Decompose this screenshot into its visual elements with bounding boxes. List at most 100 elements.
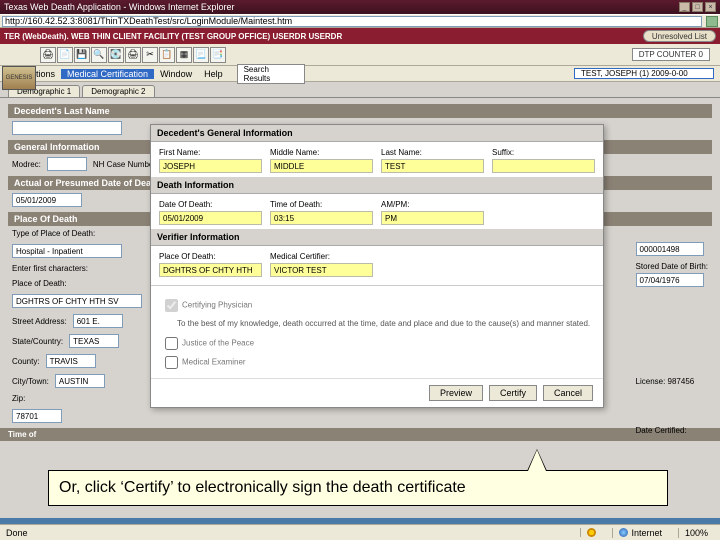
m-tod-field[interactable]: 03:15 <box>270 211 373 225</box>
min-button[interactable]: _ <box>679 2 690 12</box>
zip-label: Zip: <box>12 394 25 403</box>
menu-medical-cert[interactable]: Medical Certification <box>61 69 154 79</box>
new-icon[interactable]: 📄 <box>57 47 73 63</box>
save-icon[interactable]: 💾 <box>74 47 90 63</box>
globe-icon <box>619 528 628 537</box>
window-title: Texas Web Death Application - Windows In… <box>4 2 234 12</box>
zip-field[interactable]: 78701 <box>12 409 62 423</box>
m-dod-label: Date Of Death: <box>159 200 262 209</box>
city-label: City/Town: <box>12 377 49 386</box>
menu-window[interactable]: Window <box>154 69 198 79</box>
certify-button[interactable]: Certify <box>489 385 537 401</box>
actual-date[interactable]: 05/01/2009 <box>12 193 82 207</box>
county-label: County: <box>12 357 40 366</box>
m-ln-label: Last Name: <box>381 148 484 157</box>
printer-icon[interactable]: 🖨 <box>125 47 141 63</box>
close-button[interactable]: × <box>705 2 716 12</box>
cancel-button[interactable]: Cancel <box>543 385 593 401</box>
url-input[interactable] <box>2 16 702 27</box>
tab-demo2[interactable]: Demographic 2 <box>82 85 154 97</box>
time-of-label: Time of <box>8 430 36 439</box>
m-mc-field[interactable]: VICTOR TEST <box>270 263 373 277</box>
unresolved-list-button[interactable]: Unresolved List <box>643 30 716 42</box>
status-zoom[interactable]: 100% <box>678 528 714 538</box>
doc-icon[interactable]: 📃 <box>193 47 209 63</box>
cp-label: Certifying Physician <box>182 301 252 310</box>
street-field[interactable]: 601 E. <box>73 314 123 328</box>
app-header: TER (WebDeath). WEB THIN CLIENT FACILITY… <box>0 28 720 44</box>
stored-dob-label: Stored Date of Birth: <box>636 262 708 271</box>
modal-sec-general: Decedent's General Information <box>151 125 603 142</box>
instruction-callout: Or, click ‘Certify’ to electronically si… <box>48 470 668 506</box>
m-mc-label: Medical Certifier: <box>270 252 373 261</box>
certify-modal: Decedent's General Information First Nam… <box>150 124 604 408</box>
cp-text: To the best of my knowledge, death occur… <box>177 319 593 328</box>
license-label: License: 987456 <box>636 377 708 386</box>
case-selector[interactable]: TEST, JOSEPH (1) 2009-0-00 <box>574 68 714 79</box>
doc2-icon[interactable]: 📑 <box>210 47 226 63</box>
m-fn-field[interactable]: JOSEPH <box>159 159 262 173</box>
paste-icon[interactable]: 📋 <box>159 47 175 63</box>
me-label: Medical Examiner <box>182 358 246 367</box>
app-toolbar: 🖨 📄 💾 🔍 💽 🖨 ✂ 📋 ▦ 📃 📑 DTP COUNTER 0 <box>0 44 720 66</box>
state-field[interactable]: TEXAS <box>69 334 119 348</box>
cp-checkbox <box>165 299 178 312</box>
jp-checkbox[interactable] <box>165 337 178 350</box>
callout-pointer-icon <box>527 449 547 471</box>
stored-dob: 07/04/1976 <box>636 273 704 287</box>
city-field[interactable]: AUSTIN <box>55 374 105 388</box>
jp-label: Justice of the Peace <box>182 339 254 348</box>
print-icon[interactable]: 🖨 <box>40 47 56 63</box>
m-sx-field[interactable] <box>492 159 595 173</box>
max-button[interactable]: □ <box>692 2 703 12</box>
date-cert-label: Date Certified: <box>636 426 708 435</box>
shield-icon <box>587 528 596 537</box>
preview-button[interactable]: Preview <box>429 385 483 401</box>
modrec-field[interactable] <box>47 157 87 171</box>
disk-icon[interactable]: 💽 <box>108 47 124 63</box>
m-sx-label: Suffix: <box>492 148 595 157</box>
street-label: Street Address: <box>12 317 67 326</box>
me-checkbox[interactable] <box>165 356 178 369</box>
m-dod-field[interactable]: 05/01/2009 <box>159 211 262 225</box>
genesis-logo: GENESIS <box>2 66 36 90</box>
modal-sec-verifier: Verifier Information <box>151 229 603 246</box>
menubar: Functions Medical Certification Window H… <box>0 66 720 82</box>
sec-decedent: Decedent's Last Name <box>8 104 712 118</box>
modal-sec-death: Death Information <box>151 177 603 194</box>
cut-icon[interactable]: ✂ <box>142 47 158 63</box>
place-death-label: Place of Death: <box>12 279 67 288</box>
m-mn-field[interactable]: MIDDLE <box>270 159 373 173</box>
first-chars-label: Enter first characters: <box>12 264 88 273</box>
type-place-field[interactable]: Hospital - Inpatient <box>12 244 122 258</box>
status-bar: Done Internet 100% <box>0 524 720 540</box>
m-tod-label: Time of Death: <box>270 200 373 209</box>
nh-label: NH Case Number: <box>93 160 158 169</box>
type-place-label: Type of Place of Death: <box>12 229 95 238</box>
callout-text: Or, click ‘Certify’ to electronically si… <box>59 479 466 496</box>
county-field[interactable]: TRAVIS <box>46 354 96 368</box>
m-fn-label: First Name: <box>159 148 262 157</box>
menu-help[interactable]: Help <box>198 69 229 79</box>
find-icon[interactable]: 🔍 <box>91 47 107 63</box>
dtp-counter: DTP COUNTER 0 <box>632 48 710 61</box>
m-ln-field[interactable]: TEST <box>381 159 484 173</box>
tabbar: Demographic 1 Demographic 2 <box>0 82 720 98</box>
m-pod-label: Place Of Death: <box>159 252 262 261</box>
grid-icon[interactable]: ▦ <box>176 47 192 63</box>
decedent-last[interactable] <box>12 121 122 135</box>
status-done: Done <box>6 528 28 538</box>
record-id: 000001498 <box>636 242 704 256</box>
app-title: TER (WebDeath). WEB THIN CLIENT FACILITY… <box>4 32 342 41</box>
m-mn-label: Middle Name: <box>270 148 373 157</box>
m-ampm-field[interactable]: PM <box>381 211 484 225</box>
modrec-label: Modrec: <box>12 160 41 169</box>
place-death-field[interactable]: DGHTRS OF CHTY HTH SV <box>12 294 142 308</box>
search-results-box[interactable]: Search Results <box>237 64 305 84</box>
m-ampm-label: AM/PM: <box>381 200 484 209</box>
state-label: State/Country: <box>12 337 63 346</box>
address-bar <box>0 14 720 28</box>
status-zone: Internet <box>631 528 662 538</box>
go-button[interactable] <box>706 16 718 27</box>
m-pod-field[interactable]: DGHTRS OF CHTY HTH <box>159 263 262 277</box>
